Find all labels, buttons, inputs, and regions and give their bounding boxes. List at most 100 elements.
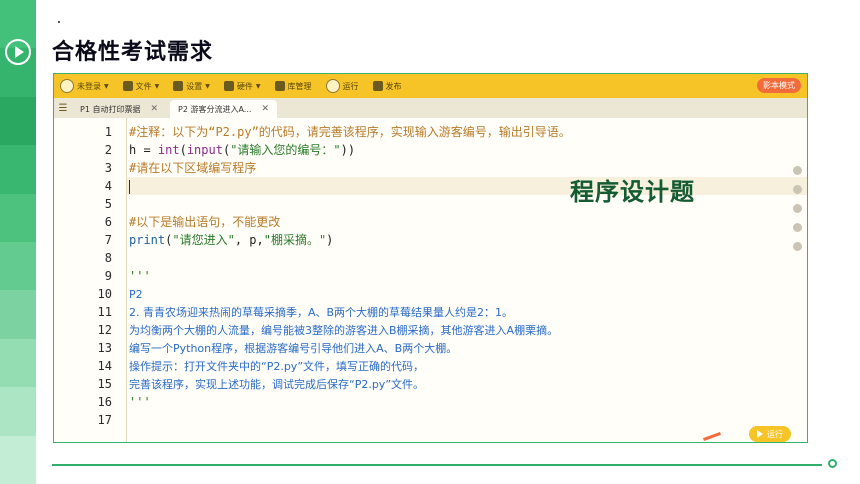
- toolbar-item-label: 设置: [186, 81, 203, 91]
- toolbar-item-label: 运行: [342, 81, 359, 91]
- code-line: #注释：以下为“P2.py”的代码，请完善该程序，实现输入游客编号，输出引导语。: [129, 123, 571, 141]
- tab-0[interactable]: P1 自动打印票据 ✕: [72, 100, 166, 118]
- tab-1[interactable]: P2 游客分流进入A... ✕: [170, 100, 277, 118]
- code-line: 完善该程序，实现上述功能，调试完成后保存“P2.py”文件。: [129, 375, 424, 393]
- mode-button[interactable]: 影本模式: [757, 78, 801, 93]
- toolbar-item-label: 发布: [385, 81, 402, 91]
- code-token: int: [157, 143, 180, 157]
- chevron-down-icon: ▼: [205, 82, 210, 90]
- close-icon[interactable]: ✕: [261, 104, 269, 114]
- program-design-badge: 程序设计题: [570, 178, 695, 206]
- play-circle-icon: [5, 39, 31, 65]
- toolbar-item-5[interactable]: 运行: [325, 79, 359, 93]
- publish-icon: [372, 81, 383, 91]
- toolbar-item-3[interactable]: 硬件 ▼: [223, 81, 261, 92]
- code-token: ''': [129, 395, 151, 409]
- code-token: #请在以下区域编写程序: [129, 161, 257, 175]
- library-icon: [274, 81, 285, 91]
- toolbar-item-2[interactable]: 设置 ▼: [173, 81, 210, 92]
- tab-bar: ☰ P1 自动打印票据 ✕ P2 游客分流进入A... ✕: [54, 98, 807, 118]
- code-line: h = int(input("请输入您的编号：")): [129, 141, 355, 159]
- zoom-out-icon[interactable]: [792, 242, 802, 251]
- avatar-icon: [60, 79, 74, 93]
- tab-label: P2 游客分流进入A...: [178, 104, 252, 114]
- bottom-divider: [52, 464, 822, 466]
- chevron-down-icon: ▼: [255, 82, 261, 90]
- line-number: 14: [97, 359, 112, 373]
- format-icon[interactable]: [792, 223, 802, 232]
- toolbar-item-4[interactable]: 库管理: [274, 81, 312, 92]
- code-token: P2: [129, 288, 143, 301]
- run-button-label: 运行: [767, 429, 783, 439]
- toolbar-item-label: 未登录: [77, 81, 101, 91]
- toolbar: 未登录 ▼ 文件 ▼ 设置 ▼ 硬件 ▼ 库管理 运行 发布 影本模式: [54, 74, 807, 98]
- undo-icon[interactable]: [792, 166, 802, 175]
- line-number: 16: [97, 395, 112, 409]
- code-line: print("请您进入", p,"棚采摘。"): [129, 231, 333, 249]
- code-line: 编写一个Python程序，根据游客编号引导他们进入A、B两个大棚。: [129, 339, 457, 357]
- line-number: 5: [104, 197, 112, 211]
- code-token: 2. 青青农场迎来热闹的草莓采摘季，A、B两个大棚的草莓结果量人约是2：1。: [129, 306, 514, 319]
- bottom-dot: [828, 459, 837, 468]
- code-line: P2: [129, 285, 143, 303]
- code-editor[interactable]: 1 2 3 4 5 6 7 8 9 10 11 12 13 14 15 16 17 #注释：以下为“P2.py”…: [54, 118, 807, 442]
- code-token: ): [326, 233, 334, 247]
- code-token: print: [129, 233, 166, 247]
- code-token: ''': [129, 269, 151, 283]
- run-button[interactable]: 运行: [749, 426, 791, 442]
- code-line: #以下是输出语句，不能更改: [129, 213, 280, 231]
- code-line: 为均衡两个大棚的人流量，编号能被3整除的游客进入B棚采摘，其他游客进入A棚栗摘。: [129, 321, 558, 339]
- editor-window: 未登录 ▼ 文件 ▼ 设置 ▼ 硬件 ▼ 库管理 运行 发布 影本模式 ☰ P1 自动打印票据 ✕ P2…: [53, 73, 808, 443]
- code-token: #以下是输出语句，不能更改: [129, 215, 281, 229]
- code-area[interactable]: #注释：以下为“P2.py”的代码，请完善该程序，实现输入游客编号，输出引导语。…: [126, 118, 787, 442]
- toolbar-item-1[interactable]: 文件 ▼: [122, 81, 160, 92]
- code-line: ''': [129, 267, 151, 285]
- toolbar-item-0[interactable]: 未登录 ▼: [60, 79, 109, 93]
- folder-icon: [122, 81, 133, 91]
- chevron-down-icon: ▼: [104, 82, 109, 90]
- code-token: "棚采摘。": [263, 233, 327, 247]
- play-icon: [757, 430, 763, 438]
- code-token: #注释：以下为“P2.py”的代码，请完善该程序，实现输入游客编号，输出引导语。: [129, 125, 571, 139]
- line-number: 15: [97, 377, 112, 391]
- toolbar-item-6[interactable]: 发布: [372, 81, 402, 92]
- code-token: )): [340, 143, 356, 157]
- code-line: ''': [129, 393, 151, 411]
- line-number: 8: [104, 251, 112, 265]
- line-number: 7: [104, 233, 112, 247]
- code-token: 编写一个Python程序，根据游客编号引导他们进入A、B两个大棚。: [129, 342, 458, 355]
- line-number: 9: [104, 269, 112, 283]
- code-token: "请您进入": [172, 233, 235, 247]
- zoom-in-icon[interactable]: [792, 204, 802, 213]
- code-token: "请输入您的编号：": [230, 143, 341, 157]
- line-number: 3: [104, 161, 112, 175]
- code-line: #请在以下区域编写程序: [129, 159, 256, 177]
- code-token: 完善该程序，实现上述功能，调试完成后保存“P2.py”文件。: [129, 378, 425, 391]
- toolbar-item-label: 硬件: [236, 81, 253, 91]
- text-cursor: [129, 179, 130, 194]
- left-stripe: [0, 0, 36, 484]
- close-icon[interactable]: ✕: [150, 104, 158, 114]
- menu-icon[interactable]: ☰: [54, 98, 72, 118]
- gear-icon: [173, 81, 184, 91]
- line-number: 17: [97, 413, 112, 427]
- code-line: 2. 青青农场迎来热闹的草莓采摘季，A、B两个大棚的草莓结果量人约是2：1。: [129, 303, 513, 321]
- toolbar-item-label: 文件: [135, 81, 152, 91]
- code-token: h =: [129, 143, 158, 157]
- code-token: input: [186, 143, 223, 157]
- line-number: 4: [104, 179, 112, 193]
- slide-title: 合格性考试需求: [52, 40, 214, 65]
- redo-icon[interactable]: [792, 185, 802, 194]
- play-icon: [325, 79, 340, 93]
- code-token: , p,: [234, 233, 264, 247]
- line-number: 1: [104, 125, 112, 139]
- code-token: 操作提示：打开文件夹中的“P2.py”文件，填写正确的代码，: [129, 360, 425, 373]
- code-token: 为均衡两个大棚的人流量，编号能被3整除的游客进入B棚采摘，其他游客进入A棚栗摘。: [129, 324, 559, 337]
- side-toolbar: [791, 166, 803, 261]
- decor-dot: [58, 21, 60, 23]
- hardware-icon: [223, 81, 234, 91]
- code-token: (: [179, 143, 187, 157]
- tab-label: P1 自动打印票据: [80, 104, 141, 114]
- chevron-down-icon: ▼: [154, 82, 160, 90]
- line-gutter: 1 2 3 4 5 6 7 8 9 10 11 12 13 14 15 16 17: [54, 118, 126, 442]
